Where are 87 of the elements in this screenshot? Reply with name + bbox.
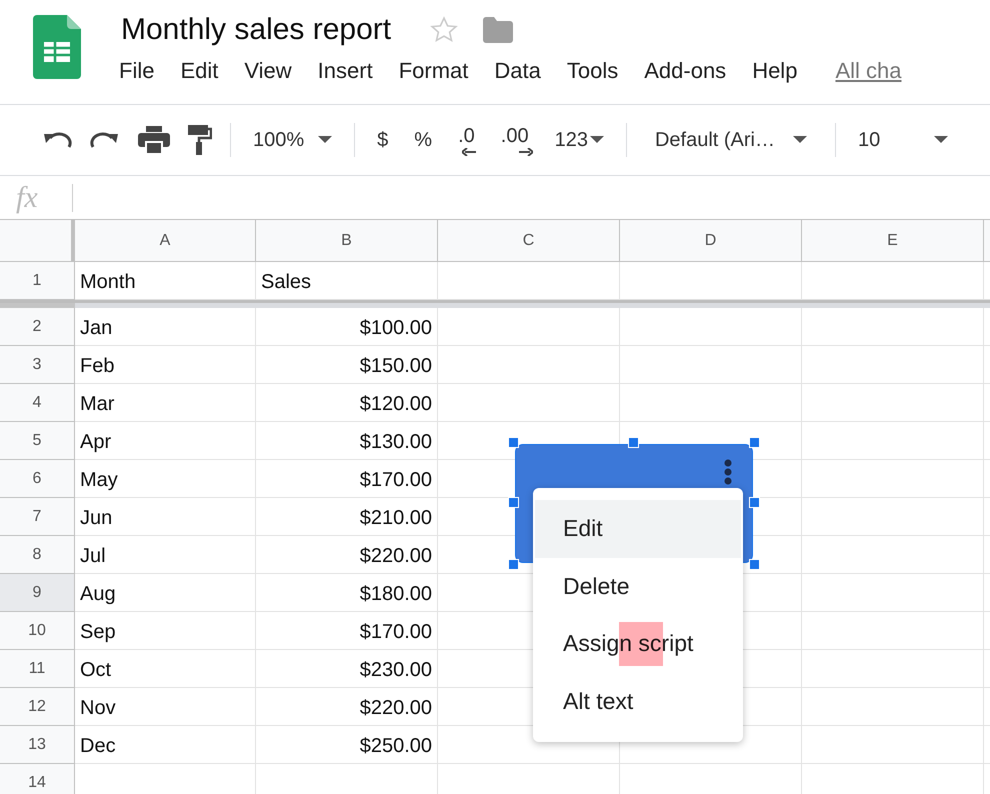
menu-item[interactable]: Data xyxy=(494,58,541,84)
right-arrow-icon xyxy=(518,148,533,156)
caret-icon xyxy=(934,136,948,144)
row-header[interactable]: 6 xyxy=(0,460,75,498)
table-cell: Feb xyxy=(75,346,256,384)
table-cell: $180.00 xyxy=(256,574,438,612)
row-header[interactable]: 11 xyxy=(0,650,75,688)
resize-handle[interactable] xyxy=(508,437,519,448)
increase-decimals-button[interactable]: .00 xyxy=(496,124,533,156)
row-header[interactable]: 10 xyxy=(0,612,75,650)
font-size-dropdown[interactable]: 10 xyxy=(854,128,952,152)
row-header[interactable]: 2 xyxy=(0,308,75,346)
resize-handle[interactable] xyxy=(628,437,639,448)
caret-icon xyxy=(318,136,332,144)
table-cell: Jan xyxy=(75,308,256,346)
table-cell: Apr xyxy=(75,422,256,460)
redo-icon[interactable] xyxy=(90,130,120,150)
row-header[interactable]: 14 xyxy=(0,764,75,794)
column-header[interactable]: A xyxy=(75,220,256,262)
folder-icon[interactable] xyxy=(483,17,514,43)
menu-item[interactable]: Format xyxy=(398,58,468,84)
menu-item[interactable]: Assign script xyxy=(533,615,743,672)
resize-handle[interactable] xyxy=(508,497,519,508)
table-cell: May xyxy=(75,460,256,498)
table-cell: Jul xyxy=(75,536,256,574)
row-header[interactable]: 3 xyxy=(0,346,75,384)
print-icon[interactable] xyxy=(138,126,170,154)
table-cell: Nov xyxy=(75,688,256,726)
menu-item[interactable]: Edit xyxy=(535,500,741,558)
table-cell: Jun xyxy=(75,498,256,536)
table-cell: $130.00 xyxy=(256,422,438,460)
table-cell: $150.00 xyxy=(256,346,438,384)
currency-button[interactable]: $ xyxy=(373,128,392,152)
menu-item[interactable]: Help xyxy=(752,58,798,84)
table-cell: Dec xyxy=(75,726,256,764)
table-cell: $220.00 xyxy=(256,688,438,726)
row-header[interactable]: 12 xyxy=(0,688,75,726)
last-edit-link[interactable]: All cha xyxy=(835,58,902,84)
column-header[interactable]: C xyxy=(438,220,620,262)
row-header[interactable]: 8 xyxy=(0,536,75,574)
table-cell: $120.00 xyxy=(256,384,438,422)
caret-icon xyxy=(792,136,807,144)
left-arrow-icon xyxy=(462,148,476,156)
table-cell: Sep xyxy=(75,612,256,650)
menu-item[interactable]: Insert xyxy=(318,58,373,84)
paint-format-icon[interactable] xyxy=(188,125,212,155)
table-cell: $100.00 xyxy=(256,308,438,346)
column-header[interactable]: B xyxy=(256,220,438,262)
row-header[interactable]: 1 xyxy=(0,262,75,300)
document-title[interactable]: Monthly sales report xyxy=(121,13,392,47)
table-cell: $220.00 xyxy=(256,536,438,574)
table-cell: Mar xyxy=(75,384,256,422)
row-header[interactable]: 7 xyxy=(0,498,75,536)
row-header[interactable]: 13 xyxy=(0,726,75,764)
table-cell: $170.00 xyxy=(256,612,438,650)
zoom-dropdown[interactable]: 100% xyxy=(249,128,336,152)
row-header[interactable]: 4 xyxy=(0,384,75,422)
menu-item[interactable]: Edit xyxy=(180,58,218,84)
more-options-icon[interactable] xyxy=(724,459,732,485)
column-header[interactable]: E xyxy=(802,220,984,262)
font-dropdown[interactable]: Default (Ari… xyxy=(650,128,811,152)
table-cell: $210.00 xyxy=(256,498,438,536)
decrease-decimals-button[interactable]: .0 xyxy=(454,124,479,156)
resize-handle[interactable] xyxy=(508,559,519,570)
table-cell: Aug xyxy=(75,574,256,612)
menu-item[interactable]: Alt text xyxy=(533,672,743,730)
table-cell: $250.00 xyxy=(256,726,438,764)
resize-handle[interactable] xyxy=(749,437,760,448)
undo-icon[interactable] xyxy=(42,130,72,150)
table-cell: $170.00 xyxy=(256,460,438,498)
caret-icon xyxy=(590,136,604,144)
more-formats-dropdown[interactable]: 123 xyxy=(550,128,608,152)
menu-item[interactable]: Delete xyxy=(533,558,743,615)
formula-label: fx xyxy=(16,180,39,214)
resize-handle[interactable] xyxy=(749,559,760,570)
resize-handle[interactable] xyxy=(749,497,760,508)
row-header[interactable]: 9 xyxy=(0,574,75,612)
menu-item[interactable]: View xyxy=(244,58,292,84)
column-header[interactable]: D xyxy=(620,220,802,262)
table-cell: Oct xyxy=(75,650,256,688)
row-header[interactable]: 5 xyxy=(0,422,75,460)
percent-button[interactable]: % xyxy=(410,128,436,152)
menu-item[interactable]: File xyxy=(119,58,154,84)
menu-item[interactable]: Tools xyxy=(566,58,618,84)
sheets-logo-icon[interactable] xyxy=(33,15,81,79)
table-cell: $230.00 xyxy=(256,650,438,688)
menu-item[interactable]: Add-ons xyxy=(644,58,726,84)
